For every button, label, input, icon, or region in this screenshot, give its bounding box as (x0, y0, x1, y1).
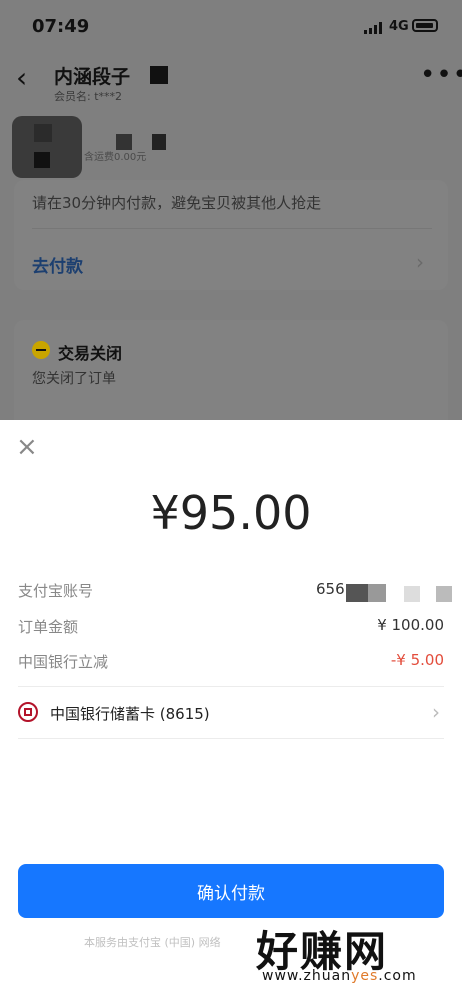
order-amount-value: ¥ 100.00 (377, 616, 444, 634)
bank-of-china-icon (18, 702, 38, 722)
back-icon[interactable]: ‹ (16, 64, 27, 92)
redaction-mask (346, 584, 368, 602)
more-icon[interactable]: ••• (420, 60, 462, 90)
redaction-mask (34, 124, 52, 142)
discount-value: -¥ 5.00 (390, 651, 444, 669)
watermark-url-suffix: .com (378, 968, 417, 984)
watermark-url: www.zhuanyes.com (262, 968, 417, 984)
shop-title: 内涵段子 (54, 66, 131, 88)
divider (18, 686, 444, 687)
chevron-right-icon: › (432, 700, 440, 724)
member-name: 会员名: t***2 (54, 90, 123, 103)
redaction-mask (150, 66, 168, 84)
order-amount-label: 订单金额 (18, 618, 79, 636)
status-description: 您关闭了订单 (32, 371, 116, 387)
payment-amount: ¥95.00 (150, 486, 312, 540)
discount-label: 中国银行立减 (18, 653, 109, 671)
network-type: 4G (389, 19, 409, 34)
minus-circle-icon (32, 341, 50, 359)
background-order-page: 07:49 4G ‹ 内涵段子 会员名: t***2 ••• 含运费0.00元 … (0, 0, 462, 430)
watermark-url-highlight: yes (351, 968, 379, 984)
account-label: 支付宝账号 (18, 582, 94, 600)
payment-deadline-notice: 请在30分钟内付款，避免宝贝被其他人抢走 (32, 194, 322, 212)
confirm-payment-button[interactable]: 确认付款 (18, 864, 444, 918)
status-title: 交易关闭 (58, 344, 123, 363)
service-footer: 本服务由支付宝 (中国) 网络 (84, 936, 221, 949)
divider (18, 738, 444, 739)
account-value: 656 (316, 580, 345, 598)
chevron-right-icon: › (416, 250, 424, 274)
battery-icon (412, 19, 438, 32)
shipping-fee: 含运费0.00元 (84, 152, 147, 163)
signal-icon (364, 22, 382, 34)
close-icon[interactable]: × (16, 434, 38, 460)
redaction-mask (34, 152, 50, 168)
go-pay-link[interactable]: 去付款 (32, 252, 83, 277)
product-thumbnail[interactable] (12, 116, 82, 178)
watermark-url-prefix: www.zhuan (262, 968, 352, 984)
redaction-mask (152, 134, 166, 150)
redaction-mask (368, 584, 386, 602)
redaction-mask (404, 586, 420, 602)
status-time: 07:49 (32, 16, 90, 37)
payment-method-label: 中国银行储蓄卡 (8615) (50, 705, 210, 723)
redaction-mask (436, 586, 452, 602)
divider (32, 228, 432, 229)
